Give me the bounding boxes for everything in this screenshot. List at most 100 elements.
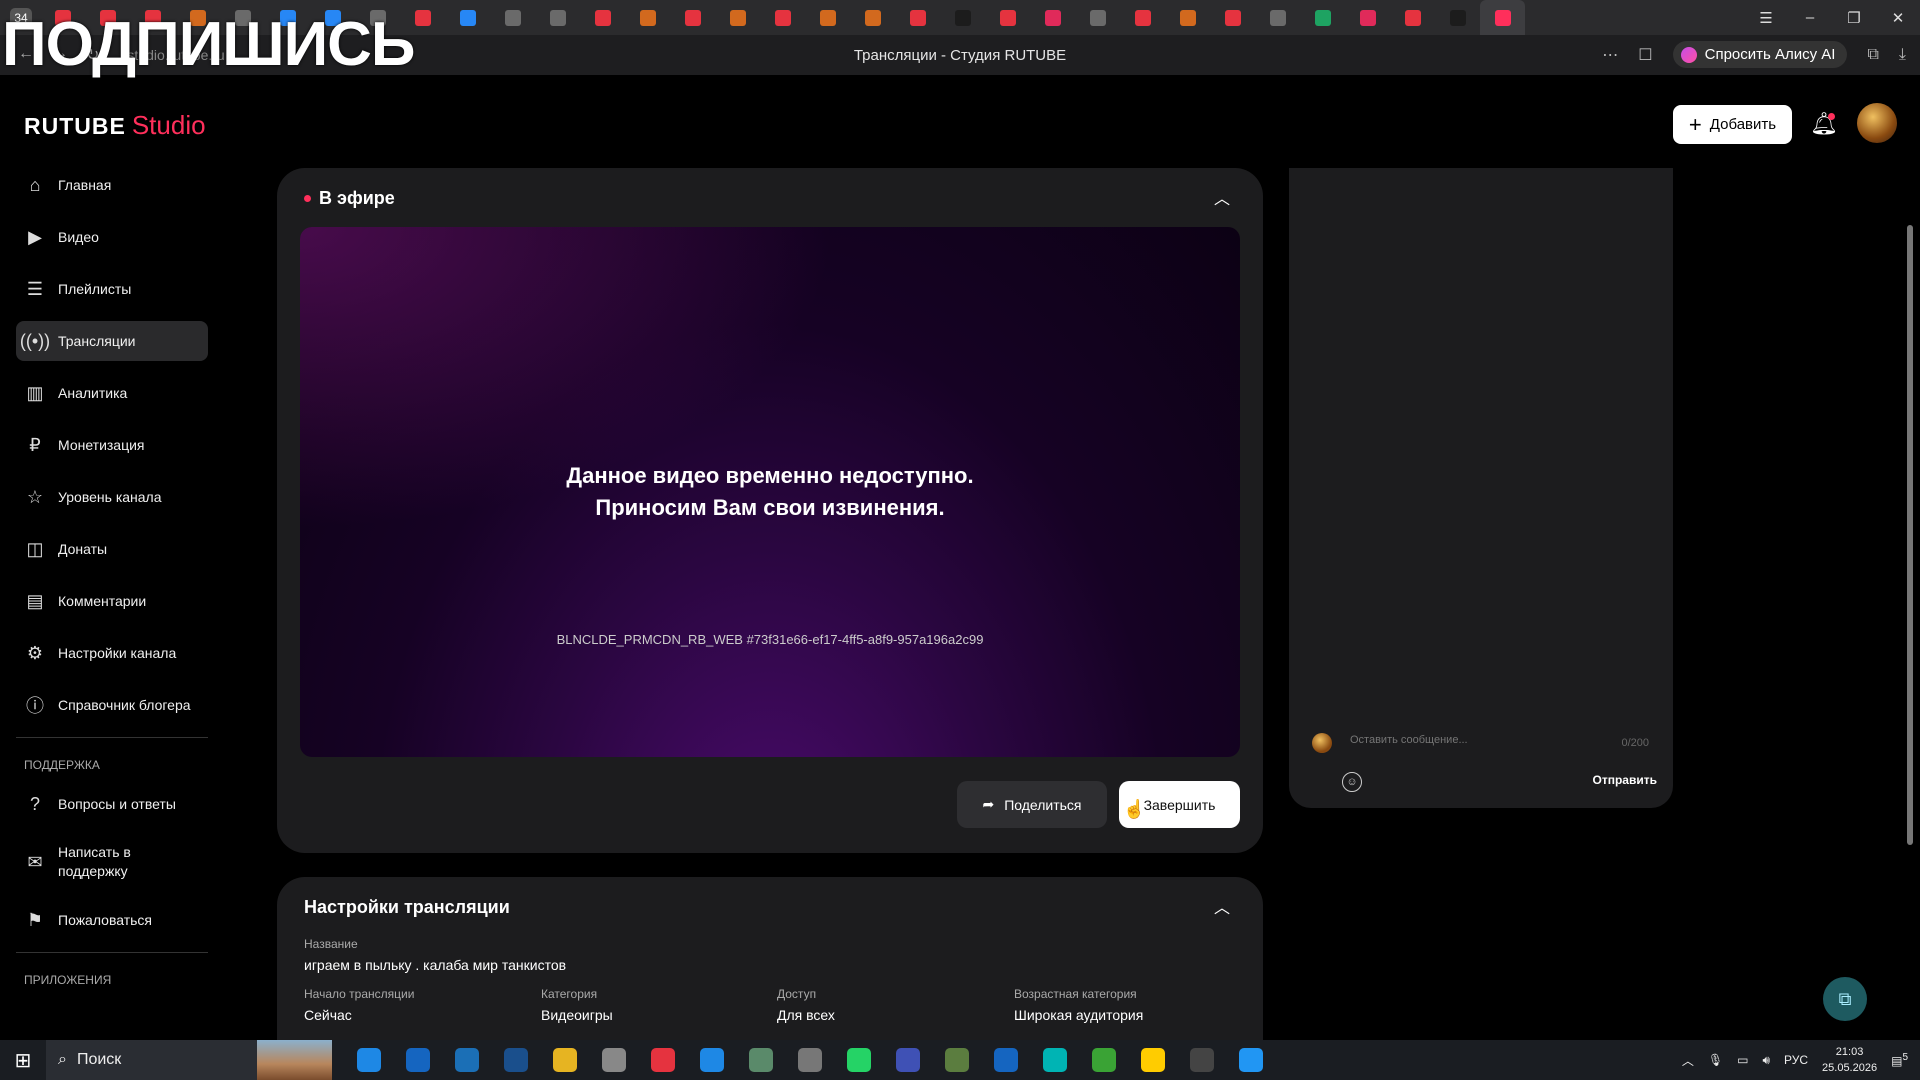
app-glyph	[993, 1048, 1018, 1072]
plus-icon: +	[1688, 111, 1702, 137]
sidebar-item-channel-level[interactable]: ☆ Уровень канала	[16, 477, 208, 517]
taskbar-app-icon[interactable]	[442, 1040, 491, 1080]
app-glyph	[1140, 1048, 1165, 1072]
taskbar-app-icon[interactable]	[638, 1040, 687, 1080]
logo-sub: Studio	[131, 110, 206, 140]
notification-count: 5	[1902, 1052, 1908, 1063]
network-icon[interactable]: ▭	[1737, 1053, 1748, 1067]
menu-icon[interactable]: ☰	[1744, 0, 1788, 35]
sidebar-item-channel-settings[interactable]: ⚙ Настройки канала	[16, 633, 208, 673]
support-chat-icon[interactable]: ⧉	[1823, 977, 1867, 1021]
taskbar-app-icon[interactable]	[736, 1040, 785, 1080]
browser-tab[interactable]	[760, 0, 805, 35]
rutube-studio-logo[interactable]: RUTUBE Studio	[24, 110, 206, 141]
browser-tab[interactable]	[445, 0, 490, 35]
more-icon[interactable]: ⋯	[1602, 45, 1618, 65]
sidebar-item-analytics[interactable]: ▥ Аналитика	[16, 373, 208, 413]
send-button[interactable]: Отправить	[1593, 773, 1657, 787]
taskbar-app-icon[interactable]	[540, 1040, 589, 1080]
browser-tab[interactable]	[850, 0, 895, 35]
share-button[interactable]: ➦ Поделиться	[957, 781, 1107, 828]
clock[interactable]: 21:03 25.05.2026	[1822, 1044, 1877, 1076]
tab-favicon-icon	[549, 9, 566, 26]
sidebar-item-report[interactable]: ⚑ Пожаловаться	[16, 900, 208, 940]
sidebar-item-home[interactable]: ⌂ Главная	[16, 165, 208, 205]
chevron-up-icon[interactable]: ︿	[1211, 186, 1233, 208]
donate-icon: ◫	[26, 538, 44, 559]
browser-tab[interactable]	[1030, 0, 1075, 35]
browser-tab[interactable]	[535, 0, 580, 35]
app-glyph	[748, 1048, 773, 1072]
volume-icon[interactable]: 🔊︎	[1762, 1053, 1770, 1068]
avatar[interactable]	[1857, 103, 1897, 143]
taskbar-app-icon[interactable]	[785, 1040, 834, 1080]
taskbar-apps	[344, 1040, 1275, 1080]
taskbar-app-icon[interactable]	[981, 1040, 1030, 1080]
restore-icon[interactable]: ❐	[1832, 0, 1876, 35]
sidebar-item-playlists[interactable]: ☰ Плейлисты	[16, 269, 208, 309]
chevron-up-icon[interactable]: ︿	[1211, 895, 1233, 917]
taskbar-search[interactable]: ⌕ Поиск	[46, 1040, 332, 1080]
browser-tab[interactable]	[895, 0, 940, 35]
browser-tab[interactable]	[1075, 0, 1120, 35]
taskbar-app-icon[interactable]	[589, 1040, 638, 1080]
alice-button[interactable]: Спросить Алису AI	[1672, 41, 1848, 68]
scrollbar-thumb[interactable]	[1907, 225, 1913, 845]
language-indicator[interactable]: РУС	[1784, 1053, 1808, 1067]
notification-icon[interactable]: ▤5	[1891, 1052, 1908, 1068]
browser-tab[interactable]	[670, 0, 715, 35]
sidebar-item-comments[interactable]: ▤ Комментарии	[16, 581, 208, 621]
taskbar-app-icon[interactable]	[1079, 1040, 1128, 1080]
browser-tab[interactable]	[1480, 0, 1525, 35]
browser-tab[interactable]	[1300, 0, 1345, 35]
chat-message-input[interactable]	[1350, 734, 1660, 746]
tray-chevron-icon[interactable]: ︿	[1682, 1052, 1694, 1069]
browser-tab[interactable]	[1210, 0, 1255, 35]
browser-tab[interactable]	[1165, 0, 1210, 35]
taskbar-app-icon[interactable]	[932, 1040, 981, 1080]
taskbar-app-icon[interactable]	[687, 1040, 736, 1080]
sidebar-item-video[interactable]: ▶ Видео	[16, 217, 208, 257]
page-scrollbar[interactable]	[1906, 85, 1914, 845]
close-icon[interactable]: ✕	[1876, 0, 1920, 35]
add-button[interactable]: + Добавить	[1673, 105, 1792, 144]
browser-tab[interactable]	[580, 0, 625, 35]
taskbar-app-icon[interactable]	[883, 1040, 932, 1080]
tab-favicon-icon	[414, 9, 431, 26]
taskbar-app-icon[interactable]	[1128, 1040, 1177, 1080]
browser-tab[interactable]	[715, 0, 760, 35]
browser-tab[interactable]	[1255, 0, 1300, 35]
sidebar-item-contact-support[interactable]: ✉ Написать в поддержку	[16, 836, 208, 888]
sidebar-item-donations[interactable]: ◫ Донаты	[16, 529, 208, 569]
taskbar-app-icon[interactable]	[344, 1040, 393, 1080]
browser-tab[interactable]	[1435, 0, 1480, 35]
browser-tab[interactable]	[985, 0, 1030, 35]
sidebar-item-label: Видео	[58, 229, 99, 245]
sidebar-item-broadcasts[interactable]: ((•)) Трансляции	[16, 321, 208, 361]
taskbar-app-icon[interactable]	[1030, 1040, 1079, 1080]
taskbar-app-icon[interactable]	[1226, 1040, 1275, 1080]
browser-tab[interactable]	[625, 0, 670, 35]
browser-tab[interactable]	[1390, 0, 1435, 35]
download-icon[interactable]: ⤓	[1899, 46, 1906, 64]
sidebar-item-blogger-guide[interactable]: ⓘ Справочник блогера	[16, 685, 208, 725]
windows-start-icon[interactable]: ⊞	[0, 1040, 46, 1080]
browser-tab[interactable]	[1120, 0, 1165, 35]
taskbar-app-icon[interactable]	[834, 1040, 883, 1080]
bookmark-icon[interactable]: ☐	[1638, 45, 1652, 65]
minimize-icon[interactable]: –	[1788, 0, 1832, 35]
browser-tab[interactable]	[1345, 0, 1390, 35]
video-player[interactable]: Данное видео временно недоступно. Принос…	[300, 227, 1240, 757]
taskbar-app-icon[interactable]	[393, 1040, 442, 1080]
browser-tab[interactable]	[940, 0, 985, 35]
collections-icon[interactable]: ⧉	[1867, 46, 1878, 64]
sidebar-item-monetization[interactable]: ₽ Монетизация	[16, 425, 208, 465]
taskbar-app-icon[interactable]	[491, 1040, 540, 1080]
emoji-icon[interactable]: ☺	[1342, 772, 1362, 792]
bell-icon[interactable]: 🔔︎	[1810, 110, 1838, 138]
sidebar-item-faq[interactable]: ? Вопросы и ответы	[16, 784, 208, 824]
browser-tab[interactable]	[805, 0, 850, 35]
browser-tab[interactable]	[490, 0, 535, 35]
microphone-icon[interactable]: 🎙︎	[1708, 1053, 1723, 1067]
taskbar-app-icon[interactable]	[1177, 1040, 1226, 1080]
